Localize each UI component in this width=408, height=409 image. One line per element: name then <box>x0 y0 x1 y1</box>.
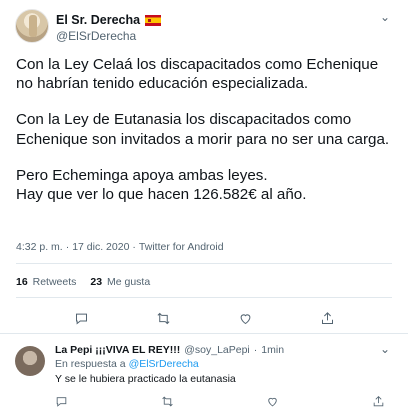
heart-icon[interactable] <box>235 308 255 328</box>
likes-stat[interactable]: 23 Me gusta <box>90 276 150 288</box>
tweet-paragraph: Pero Echeminga apoya ambas leyes. Hay qu… <box>16 166 307 204</box>
tweet-date[interactable]: 17 dic. 2020 <box>72 241 129 253</box>
likes-label: Me gusta <box>107 276 151 288</box>
author-handle[interactable]: @ElSrDerecha <box>56 29 136 43</box>
divider <box>16 297 392 298</box>
author-avatar[interactable] <box>15 9 49 43</box>
author-name-row: El Sr. Derecha <box>56 13 162 27</box>
tweet-source[interactable]: Twitter for Android <box>139 241 224 253</box>
reply-time[interactable]: 1min <box>261 344 284 356</box>
retweets-count: 16 <box>16 276 28 288</box>
likes-count: 23 <box>90 276 103 288</box>
spain-flag-icon <box>145 14 162 26</box>
tweet-stats: 16 Retweets 23 Me gusta <box>16 276 150 288</box>
reply-actions <box>55 395 385 409</box>
reply-separator: · <box>253 344 258 356</box>
reply-handle[interactable]: @soy_LaPepi <box>184 344 250 356</box>
retweets-stat[interactable]: 16 Retweets <box>16 276 76 288</box>
tweet-actions <box>0 308 408 328</box>
tweet-time[interactable]: 4:32 p. m. <box>16 241 63 253</box>
retweet-icon[interactable] <box>161 395 174 409</box>
share-icon[interactable] <box>317 308 337 328</box>
chevron-down-icon[interactable]: ⌄ <box>380 342 390 356</box>
retweets-label: Retweets <box>32 276 77 288</box>
tweet-text: Con la Ley Celaá los discapacitados como… <box>16 55 396 221</box>
reply-icon[interactable] <box>71 308 91 328</box>
author-display-name[interactable]: El Sr. Derecha <box>56 13 140 27</box>
meta-separator: · <box>132 241 136 253</box>
tweet-meta: 4:32 p. m. · 17 dic. 2020 · Twitter for … <box>16 241 224 253</box>
divider <box>16 263 392 264</box>
meta-separator: · <box>65 241 70 253</box>
share-icon[interactable] <box>372 395 385 409</box>
reply-avatar[interactable] <box>15 346 45 376</box>
chevron-down-icon[interactable]: ⌄ <box>380 10 390 24</box>
heart-icon[interactable] <box>266 395 279 409</box>
retweet-icon[interactable] <box>153 308 173 328</box>
reply-tweet[interactable]: La Pepi ¡¡¡VIVA EL REY!!! @soy_LaPepi · … <box>0 333 408 409</box>
in-reply-to: En respuesta a @ElSrDerecha <box>55 358 199 370</box>
tweet-paragraph: Con la Ley de Eutanasia los discapacitad… <box>16 111 390 148</box>
reply-header: La Pepi ¡¡¡VIVA EL REY!!! @soy_LaPepi · … <box>55 344 284 356</box>
in-reply-prefix: En respuesta a <box>55 358 126 370</box>
in-reply-handle-link[interactable]: @ElSrDerecha <box>129 358 199 370</box>
tweet-paragraph: Con la Ley Celaá los discapacitados como… <box>16 56 379 93</box>
reply-text: Y se le hubiera practicado la eutanasia <box>55 373 236 385</box>
reply-display-name[interactable]: La Pepi ¡¡¡VIVA EL REY!!! <box>55 344 180 356</box>
reply-icon[interactable] <box>55 395 68 409</box>
